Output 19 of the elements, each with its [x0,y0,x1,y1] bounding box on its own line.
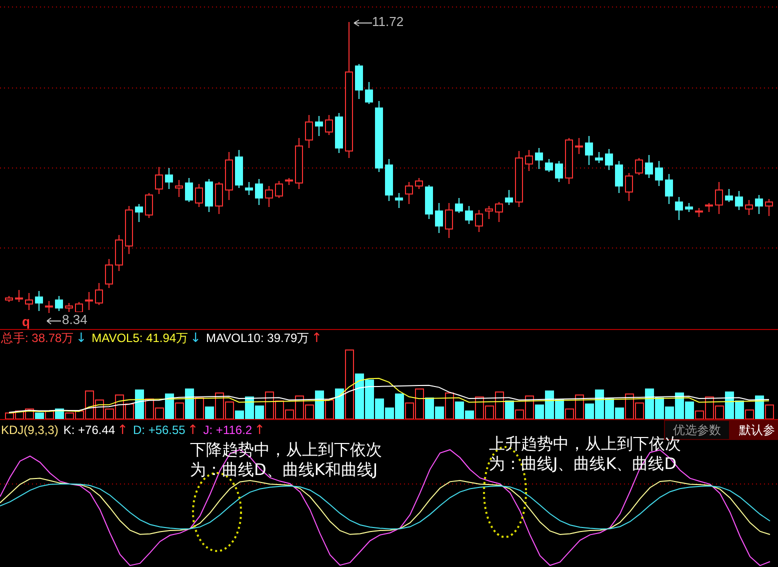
signal-marker: q [22,314,30,329]
parameter-tab[interactable]: 默认参 [730,420,778,440]
price-low-label: 8.34 [62,312,88,327]
kdj-title: KDJ(9,3,3) [1,423,58,437]
trend-arrow: ↓ [190,331,202,346]
volume-legend-item: 总手: 38.78万 [1,330,74,347]
kdj-legend-item: K: +76.44 [63,423,116,437]
arrow-left-icon [353,19,373,27]
kdj-legend-item: J: +116.2 [203,423,252,437]
price-high-label: 11.72 [372,14,404,29]
arrow-left-icon [46,317,62,325]
trend-arrow: ↑ [311,331,322,346]
trend-arrow: ↑ [187,422,198,438]
trend-arrow: ↑ [254,422,265,438]
trend-arrow: ↓ [76,331,87,346]
volume-legend-item: MAVOL10: 39.79万 [206,330,310,347]
trend-arrow: ↑ [117,422,128,438]
kdj-legend-item: D: +56.55 [132,423,186,437]
volume-legend-item: MAVOL5: 41.94万 [92,330,188,347]
